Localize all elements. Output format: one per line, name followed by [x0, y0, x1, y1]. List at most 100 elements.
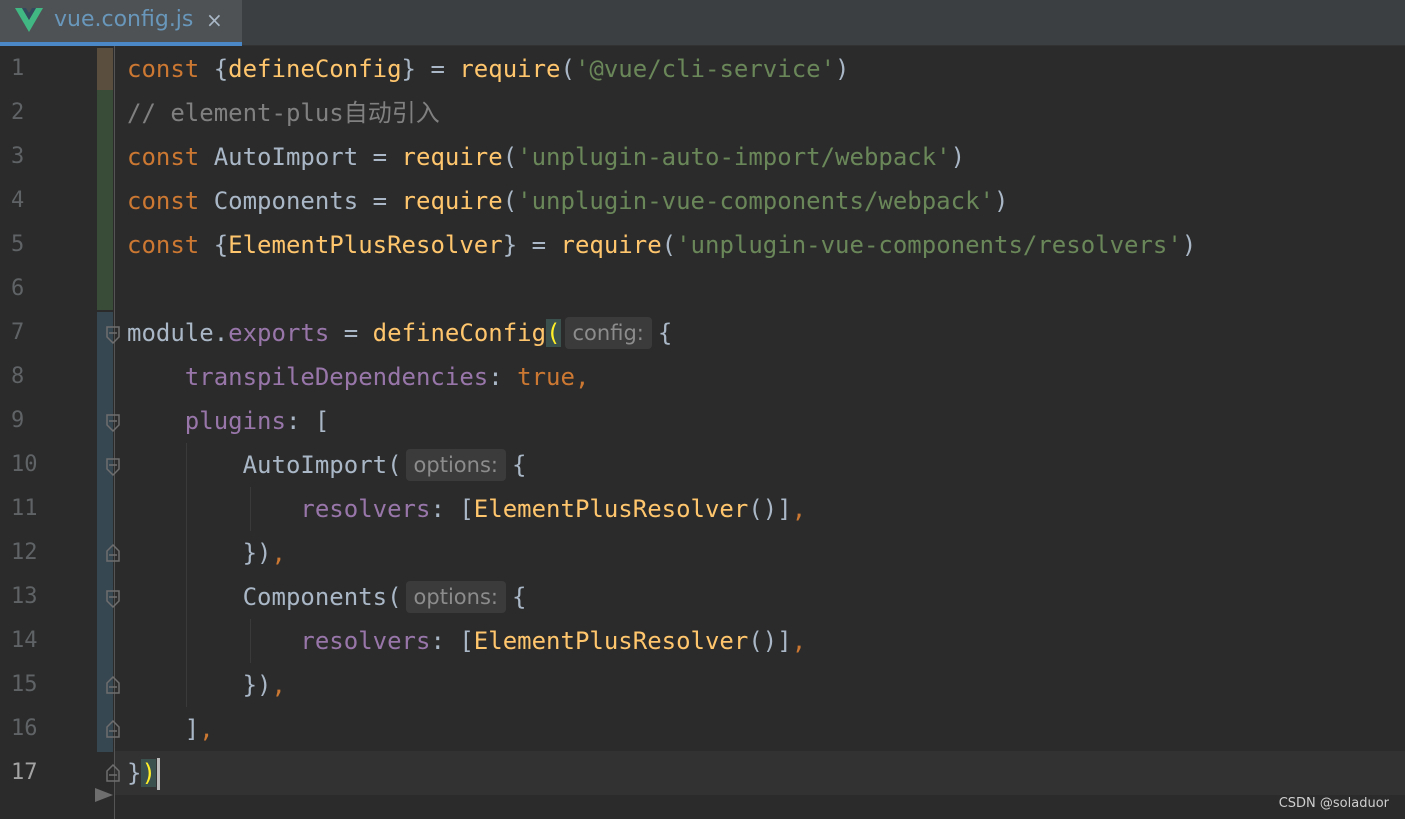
code-line: const Components = require('unplugin-vue… [127, 179, 1196, 223]
code-text: module. [127, 319, 229, 347]
keyword: const [127, 231, 200, 259]
line-number: 1 [11, 56, 25, 81]
string-literal: 'unplugin-vue-components/resolvers' [676, 231, 1182, 259]
vue-logo-icon [15, 8, 43, 32]
code-text: { [657, 319, 673, 347]
code-text: Components = [199, 187, 402, 215]
vcs-modified-marker [97, 48, 113, 90]
code-text: { [511, 451, 527, 479]
property: plugins [184, 407, 286, 435]
keyword: const [127, 55, 200, 83]
function-name: require [401, 143, 503, 171]
line-number: 5 [11, 232, 25, 257]
code-text: = [329, 319, 373, 347]
keyword: true [517, 363, 575, 391]
code-line: const {defineConfig} = require('@vue/cli… [127, 47, 1196, 91]
gutter-separator [114, 46, 115, 819]
line-number: 14 [11, 628, 38, 653]
function-name: ElementPlusResolver [473, 627, 749, 655]
fold-open-icon[interactable] [106, 414, 120, 432]
fold-end-icon[interactable] [106, 676, 120, 694]
fold-end-icon[interactable] [106, 720, 120, 738]
code-line: plugins: [ [127, 399, 1196, 443]
string-literal: 'unplugin-auto-import/webpack' [517, 143, 951, 171]
code-line: }), [127, 531, 1196, 575]
text-caret [156, 758, 160, 790]
code-line-current: }) [127, 751, 1196, 795]
fold-end-icon[interactable] [106, 544, 120, 562]
parameter-hint: config: [564, 317, 652, 349]
code-line: const {ElementPlusResolver} = require('u… [127, 223, 1196, 267]
code-line: resolvers: [ElementPlusResolver()], [127, 487, 1196, 531]
function-name: defineConfig [372, 319, 547, 347]
keyword: const [127, 187, 200, 215]
code-content[interactable]: const {defineConfig} = require('@vue/cli… [127, 47, 1196, 795]
line-number: 15 [11, 672, 38, 697]
comma: , [199, 715, 214, 743]
property: exports [228, 319, 330, 347]
line-number: 10 [11, 452, 38, 477]
function-name: ElementPlusResolver [473, 495, 749, 523]
code-line: }), [127, 663, 1196, 707]
close-icon[interactable]: × [206, 4, 223, 36]
line-number: 11 [11, 496, 38, 521]
code-text: : [ [430, 495, 474, 523]
comma: , [791, 495, 807, 523]
code-text: : [488, 363, 518, 391]
line-number: 7 [11, 320, 25, 345]
matched-bracket: ( [546, 319, 561, 347]
tab-vue-config[interactable]: vue.config.js × [0, 0, 242, 46]
function-name: require [459, 55, 561, 83]
code-text: ) [1181, 231, 1197, 259]
code-text: }) [127, 671, 272, 699]
line-number-current: 17 [11, 760, 38, 785]
fold-open-icon[interactable] [106, 590, 120, 608]
line-number: 4 [11, 188, 25, 213]
tab-title: vue.config.js [54, 7, 194, 32]
line-number: 2 [11, 100, 25, 125]
property: transpileDependencies [184, 363, 489, 391]
line-number: 9 [11, 408, 25, 433]
vcs-added-marker [97, 90, 113, 310]
code-text: ( [661, 231, 677, 259]
fold-open-icon[interactable] [106, 458, 120, 476]
code-text: ) [950, 143, 966, 171]
line-number: 6 [11, 276, 25, 301]
fold-open-icon[interactable] [106, 326, 120, 344]
comma: , [271, 671, 286, 699]
code-text: ( [502, 187, 518, 215]
fold-end-icon[interactable] [106, 764, 120, 782]
string-literal: '@vue/cli-service' [574, 55, 836, 83]
gutter-arrow-icon [95, 788, 113, 802]
parameter-hint: options: [405, 449, 506, 481]
code-line: AutoImport(options:{ [127, 443, 1196, 487]
string-literal: 'unplugin-vue-components/webpack' [517, 187, 994, 215]
code-text: } [127, 759, 142, 787]
property: resolvers [300, 627, 431, 655]
line-number: 12 [11, 540, 38, 565]
parameter-hint: options: [405, 581, 506, 613]
code-text: { [511, 583, 527, 611]
matched-bracket: ) [141, 759, 156, 787]
identifier: ElementPlusResolver [228, 231, 503, 259]
code-line: const AutoImport = require('unplugin-aut… [127, 135, 1196, 179]
code-text: AutoImport = [199, 143, 402, 171]
property: resolvers [300, 495, 431, 523]
code-text: ( [560, 55, 575, 83]
code-text: { [199, 55, 229, 83]
keyword: const [127, 143, 200, 171]
code-line: resolvers: [ElementPlusResolver()], [127, 619, 1196, 663]
line-number: 8 [11, 364, 25, 389]
comma: , [271, 539, 286, 567]
code-text: { [199, 231, 229, 259]
code-text: } = [401, 55, 460, 83]
code-text: }) [127, 539, 272, 567]
comma: , [791, 627, 807, 655]
code-line: ], [127, 707, 1196, 751]
code-editor[interactable]: 1 2 3 4 5 6 7 8 9 10 11 12 13 14 15 16 1… [0, 46, 1405, 819]
code-text: ( [502, 143, 518, 171]
